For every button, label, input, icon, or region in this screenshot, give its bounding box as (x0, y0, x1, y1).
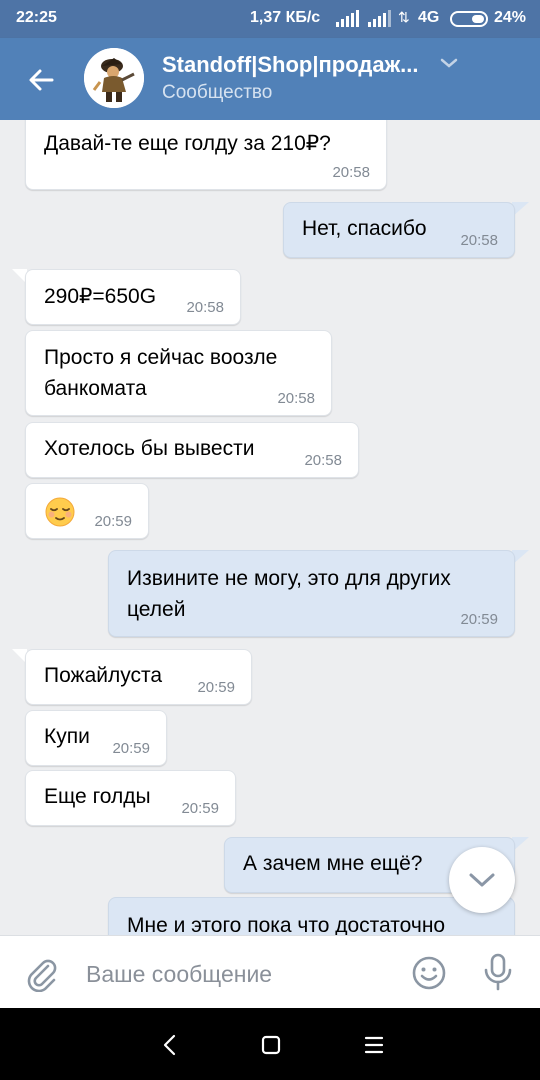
message-time: 20:59 (460, 611, 498, 628)
status-battery: 24% (494, 9, 527, 26)
message-time: 20:59 (181, 800, 219, 817)
message-bubble: Купи 20:59 (25, 710, 167, 766)
status-time: 22:25 (16, 9, 57, 26)
message-time: 20:59 (112, 740, 150, 757)
back-arrow-icon[interactable] (22, 60, 62, 100)
message-time: 20:58 (277, 390, 315, 407)
message-bubble: Мне и этого пока что достаточно (108, 897, 515, 935)
status-bar: 22:25 1,37 КБ/с ⇅ 4G 24% (0, 0, 540, 38)
signal-icon (336, 10, 359, 27)
avatar[interactable] (84, 48, 144, 108)
message-text-line: Извините не могу, это для других (127, 567, 451, 590)
chevron-down-icon[interactable] (440, 56, 458, 70)
message-list[interactable]: Давай-те еще голду за 210₽? 20:58 Нет, с… (0, 120, 540, 935)
message-time: 20:59 (94, 513, 132, 530)
message-time: 20:58 (460, 232, 498, 249)
emoji-icon[interactable] (410, 954, 448, 992)
signal-icon (368, 10, 391, 27)
system-nav-bar (0, 1008, 540, 1080)
message-text: Нет, спасибо (302, 217, 427, 240)
message-time: 20:58 (332, 164, 370, 181)
data-activity-icon: ⇅ (398, 9, 410, 25)
status-network-speed: 1,37 КБ/с (250, 9, 321, 26)
message-bubble: Извините не могу, это для других целей 2… (108, 550, 515, 637)
message-bubble: 20:59 (25, 483, 149, 539)
nav-back-icon[interactable] (158, 1033, 182, 1057)
message-text-line: банкомата (44, 377, 147, 400)
chat-subtitle: Сообщество (162, 82, 273, 103)
relieved-face-icon (45, 497, 75, 527)
message-time: 20:58 (304, 452, 342, 469)
message-time: 20:58 (186, 299, 224, 316)
status-network-type: 4G (418, 9, 440, 26)
scroll-to-bottom-button[interactable] (449, 847, 515, 913)
message-text: Купи (44, 725, 90, 748)
chat-header: Standoff|Shop|продаж... Сообщество (0, 38, 540, 120)
message-input[interactable] (84, 956, 388, 992)
message-bubble: 290₽=650G 20:58 (25, 269, 241, 325)
message-text: Пожайлуста (44, 664, 163, 687)
message-text: 290₽=650G (44, 285, 157, 308)
message-composer (0, 935, 540, 1009)
chevron-down-icon (469, 873, 495, 887)
nav-recents-icon[interactable] (362, 1033, 386, 1057)
battery-icon (450, 11, 488, 27)
message-text-line: Просто я сейчас воозле (44, 346, 278, 369)
message-bubble: Хотелось бы вывести 20:58 (25, 422, 359, 478)
message-time: 20:59 (197, 679, 235, 696)
message-bubble: Просто я сейчас воозле банкомата 20:58 (25, 330, 332, 416)
paperclip-icon[interactable] (22, 954, 60, 992)
message-text: Давай-те еще голду за 210₽? (44, 132, 331, 155)
message-bubble: Еще голды 20:59 (25, 770, 236, 826)
message-bubble: Пожайлуста 20:59 (25, 649, 252, 705)
message-text: Хотелось бы вывести (44, 437, 255, 460)
avatar-character-icon (84, 48, 144, 108)
chat-title[interactable]: Standoff|Shop|продаж... (162, 52, 427, 78)
message-bubble: Давай-те еще голду за 210₽? 20:58 (25, 120, 387, 190)
message-text: Мне и этого пока что достаточно (127, 914, 446, 935)
message-bubble: Нет, спасибо 20:58 (283, 202, 515, 258)
message-text-line: целей (127, 598, 186, 621)
microphone-icon[interactable] (482, 952, 514, 992)
message-text: А зачем мне ещё? (243, 852, 423, 875)
nav-home-icon[interactable] (259, 1033, 283, 1057)
message-text: Еще голды (44, 785, 151, 808)
